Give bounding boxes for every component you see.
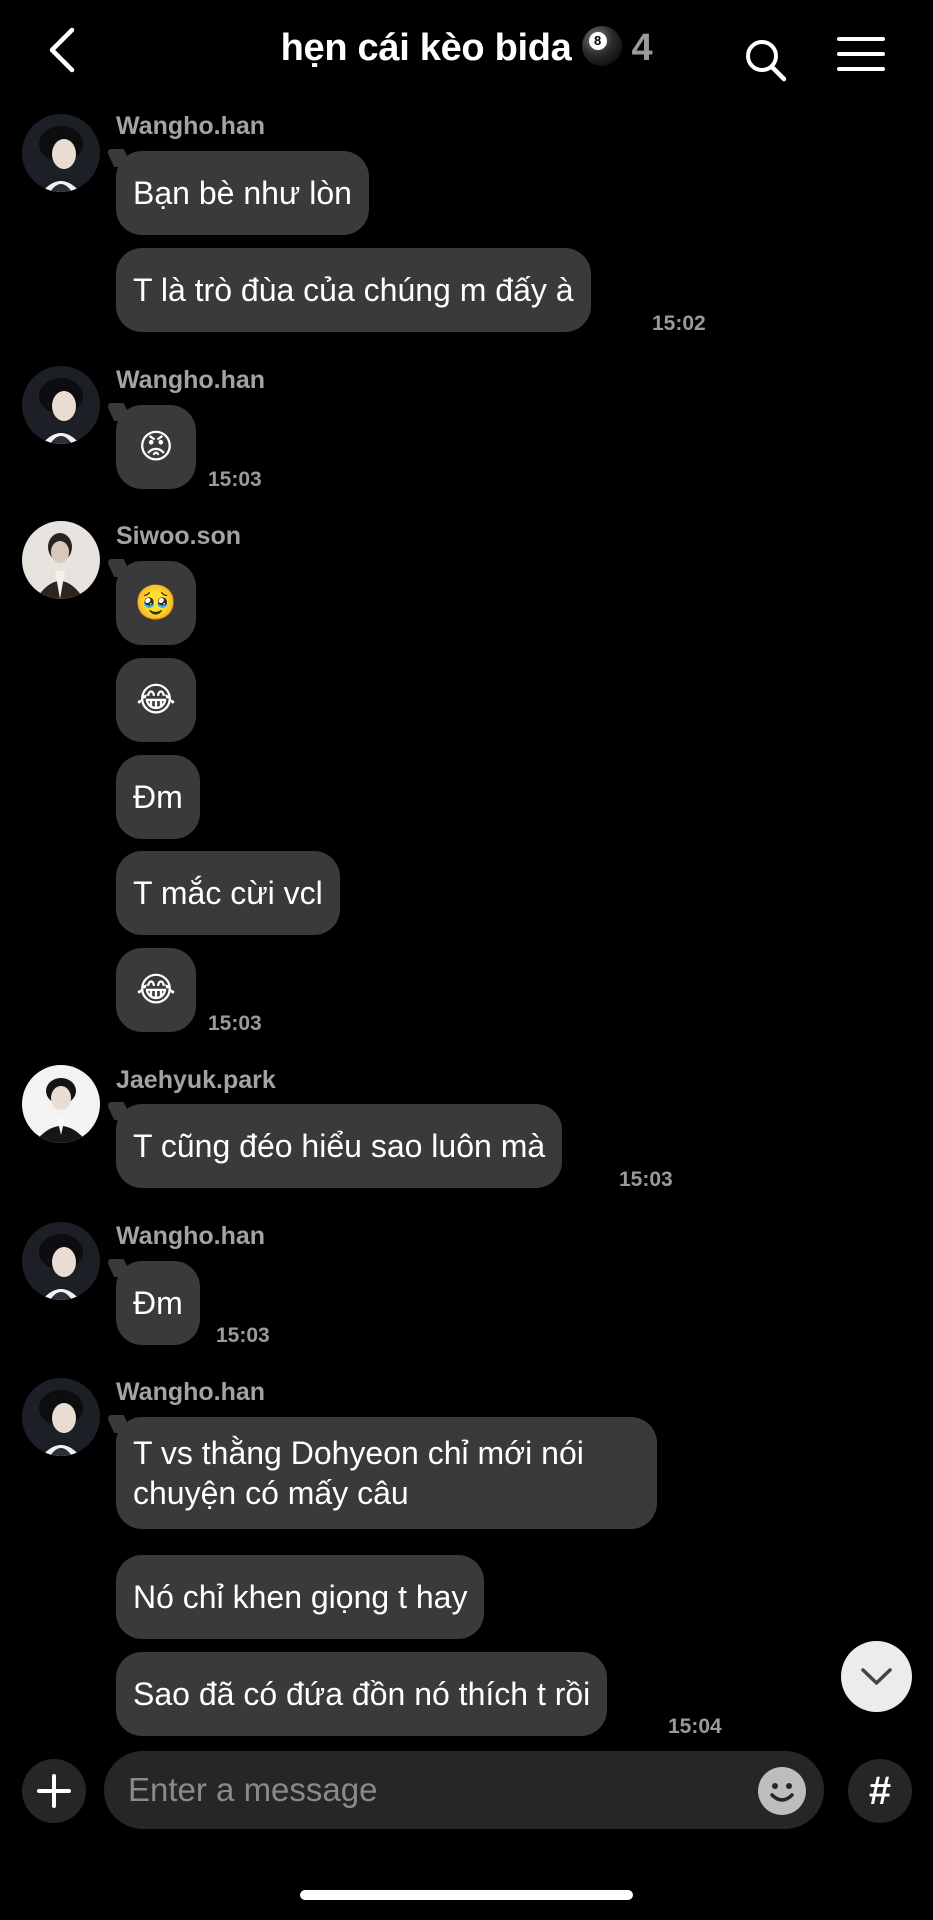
sender-name: Wangho.han bbox=[116, 1378, 266, 1406]
sender-name: Wangho.han bbox=[116, 1222, 266, 1250]
message-composer: # bbox=[0, 1745, 933, 1835]
message-bubble[interactable]: Đm bbox=[116, 1261, 200, 1345]
message-bubble-emoji[interactable]: 😂 bbox=[116, 658, 196, 742]
sender-name: Jaehyuk.park bbox=[116, 1066, 276, 1094]
home-indicator bbox=[300, 1890, 633, 1900]
avatar-wangho[interactable] bbox=[22, 1378, 100, 1456]
message-time: 15:03 bbox=[208, 468, 262, 491]
chat-header: hẹn cái kèo bida 4 bbox=[0, 0, 933, 105]
sender-name: Wangho.han bbox=[116, 366, 266, 394]
chevron-down-icon bbox=[861, 1668, 892, 1685]
attach-button[interactable] bbox=[22, 1759, 86, 1823]
avatar-jaehyuk[interactable] bbox=[22, 1065, 100, 1143]
message-bubble[interactable]: Bạn bè như lòn bbox=[116, 151, 369, 235]
message-bubble-emoji[interactable]: 😂 bbox=[116, 948, 196, 1032]
search-icon bbox=[746, 40, 787, 82]
avatar-wangho[interactable] bbox=[22, 366, 100, 444]
message-bubble[interactable]: Nó chỉ khen giọng t hay bbox=[116, 1555, 485, 1639]
sender-name: Siwoo.son bbox=[116, 522, 241, 550]
message-bubble[interactable]: Sao đã có đứa đồn nó thích t rồi bbox=[116, 1652, 608, 1736]
hashtag-button[interactable]: # bbox=[848, 1759, 912, 1823]
message-bubble-emoji[interactable]: 😡 bbox=[116, 405, 196, 489]
sender-name: Wangho.han bbox=[116, 112, 266, 140]
message-time: 15:02 bbox=[652, 312, 706, 335]
message-time: 15:04 bbox=[668, 1715, 722, 1738]
message-bubble[interactable]: T vs thằng Dohyeon chỉ mới nói chuyện có… bbox=[116, 1417, 657, 1529]
emoji-button[interactable] bbox=[758, 1767, 806, 1815]
message-input[interactable] bbox=[104, 1751, 824, 1829]
chat-title-text: hẹn cái kèo bida bbox=[280, 27, 572, 69]
message-bubble[interactable]: T mắc cừi vcl bbox=[116, 851, 340, 935]
pool-8-ball-icon bbox=[581, 26, 622, 66]
message-bubble-emoji[interactable]: 🥹 bbox=[116, 561, 196, 645]
avatar-siwoo[interactable] bbox=[22, 521, 100, 599]
message-time: 15:03 bbox=[216, 1324, 270, 1347]
menu-button[interactable] bbox=[836, 34, 886, 78]
hamburger-menu-icon bbox=[837, 37, 885, 71]
avatar-wangho[interactable] bbox=[22, 114, 100, 192]
message-time: 15:03 bbox=[208, 1012, 262, 1035]
scroll-to-bottom-button[interactable] bbox=[841, 1641, 912, 1712]
plus-icon bbox=[37, 1774, 71, 1808]
avatar-wangho[interactable] bbox=[22, 1222, 100, 1300]
search-button[interactable] bbox=[742, 34, 792, 84]
message-bubble[interactable]: T cũng đéo hiểu sao luôn mà bbox=[116, 1104, 563, 1188]
chat-title: hẹn cái kèo bida 4 bbox=[0, 26, 933, 70]
member-count: 4 bbox=[631, 27, 653, 69]
message-bubble[interactable]: Đm bbox=[116, 755, 200, 839]
message-bubble[interactable]: T là trò đùa của chúng m đấy à bbox=[116, 248, 591, 332]
emoji-icon bbox=[770, 1783, 794, 1802]
message-time: 15:03 bbox=[619, 1168, 673, 1191]
